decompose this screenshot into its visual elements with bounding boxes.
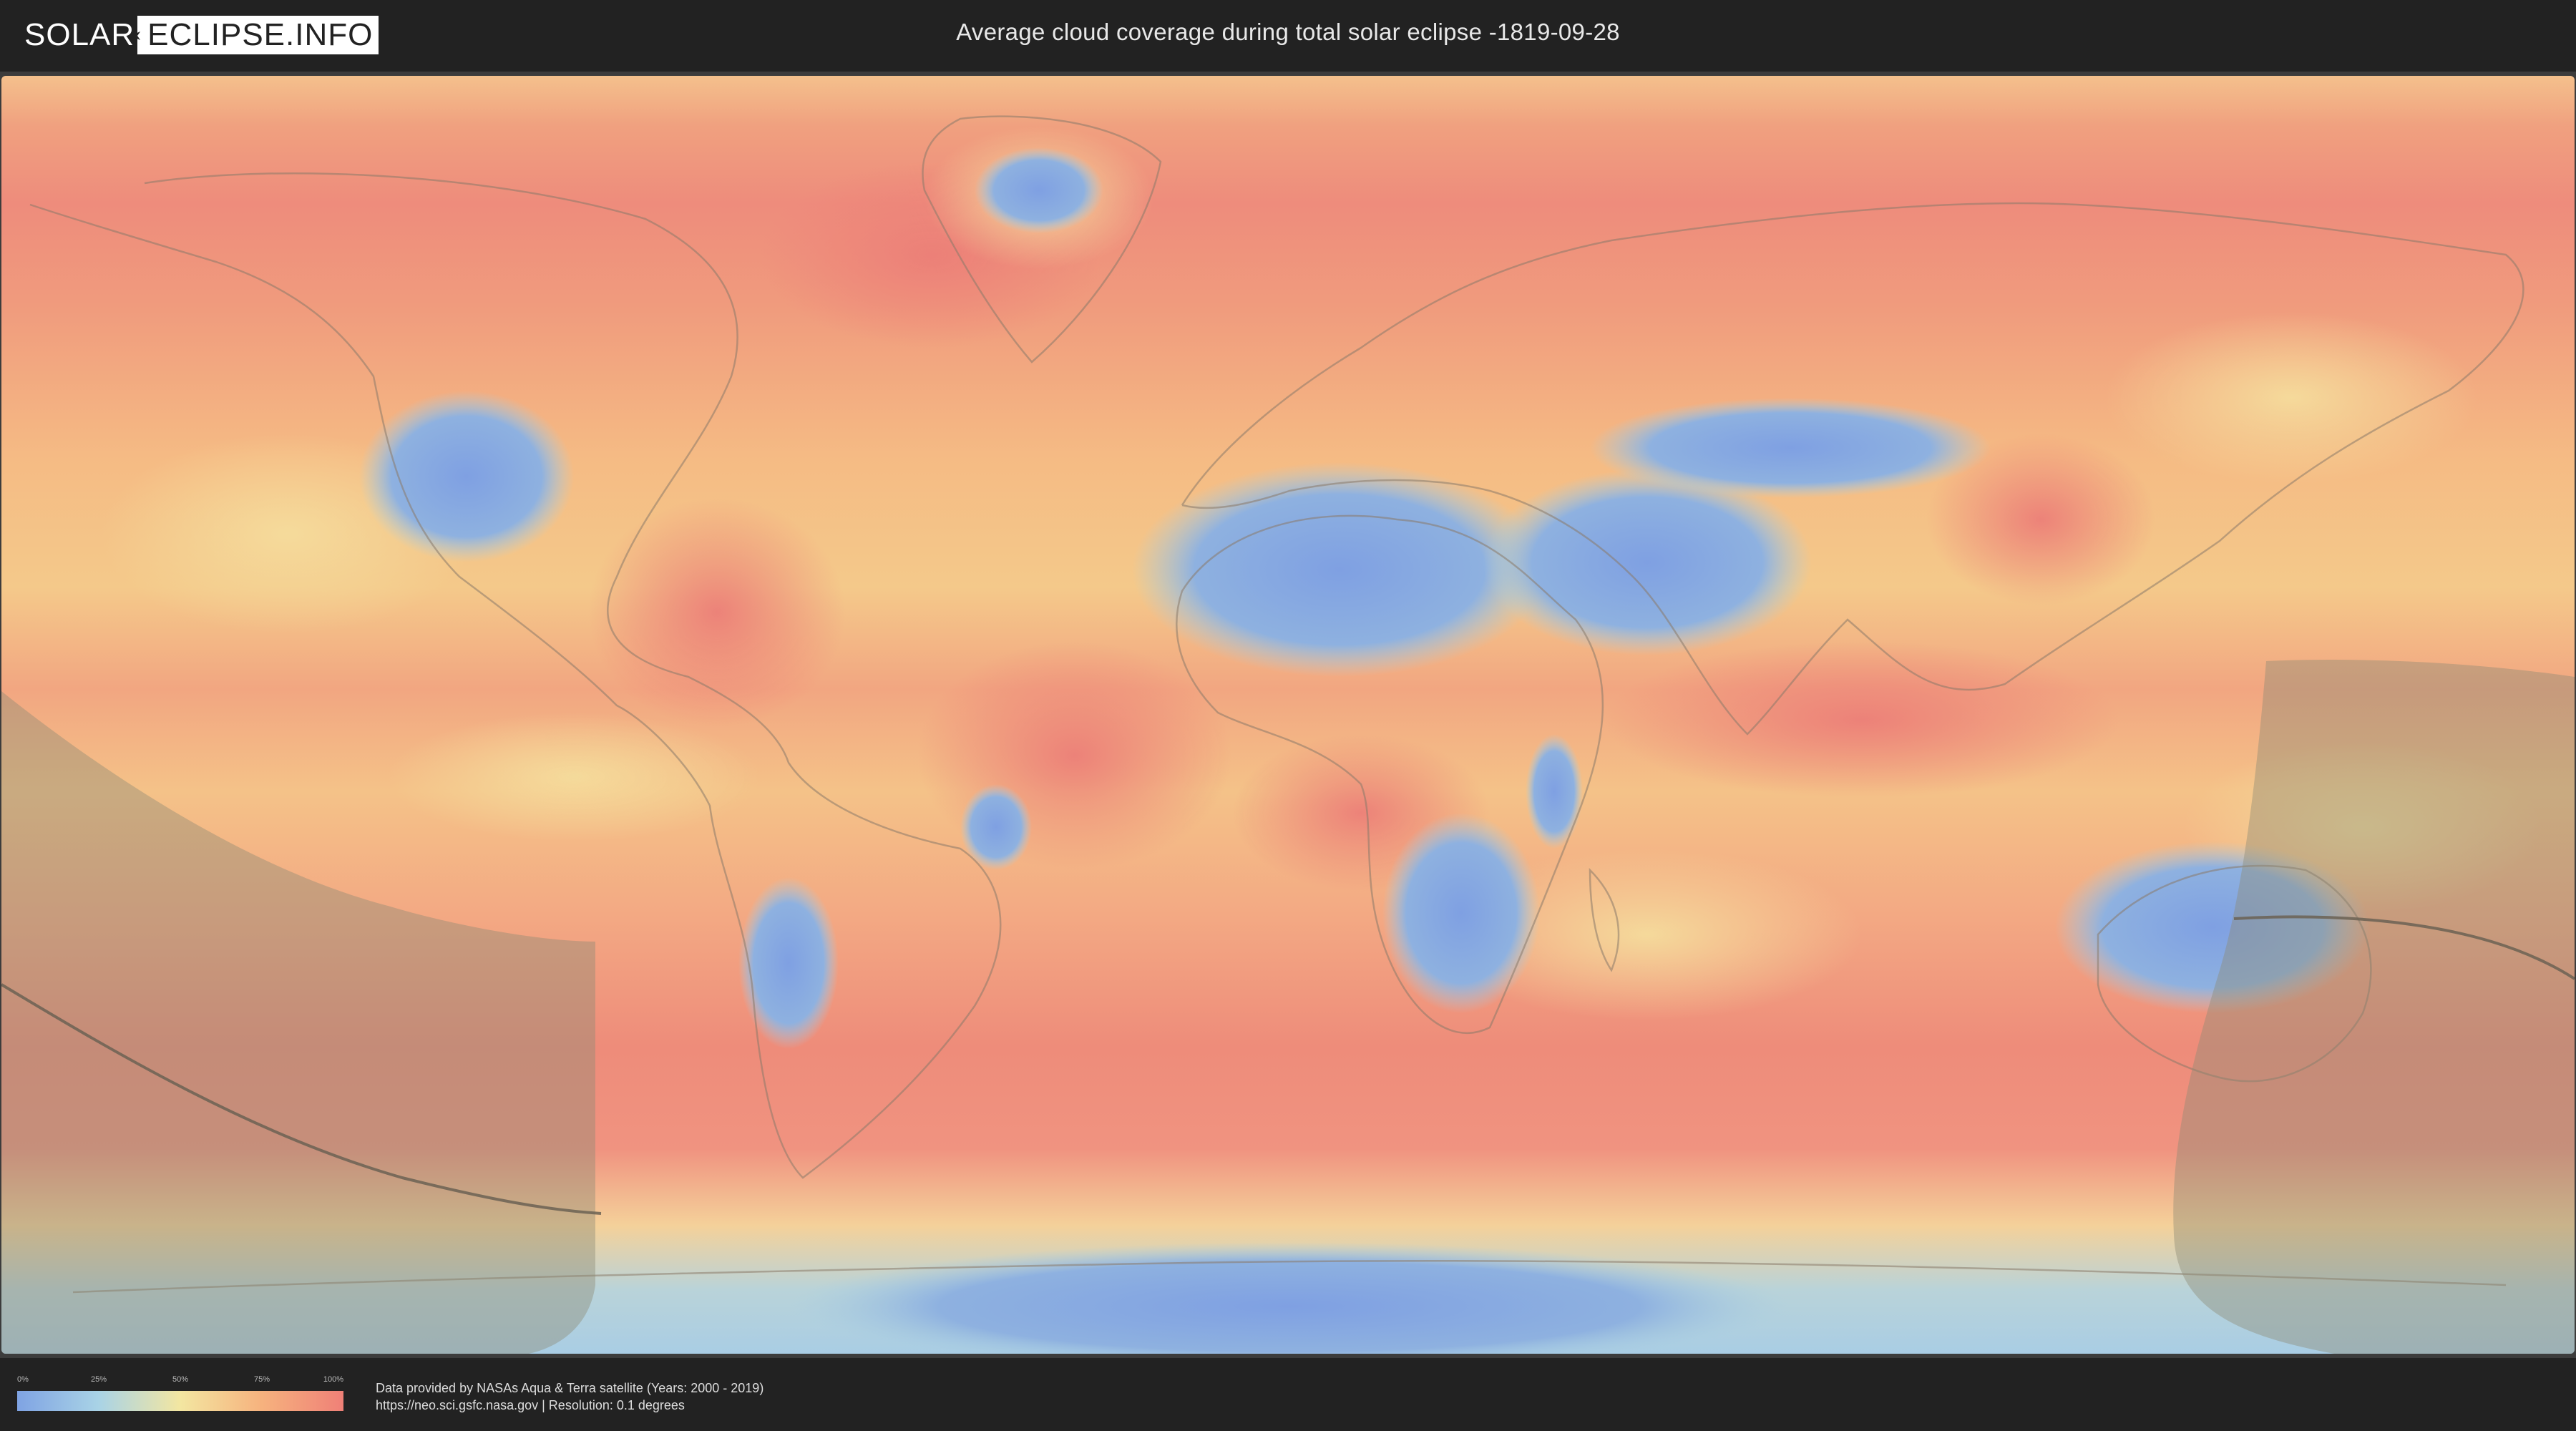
header: SOLAR ECLIPSE.INFO Average cloud coverag… <box>0 0 2576 72</box>
cloud-coverage-legend: 0% 25% 50% 75% 100% <box>17 1375 343 1411</box>
page-title: Average cloud coverage during total sola… <box>956 19 1620 45</box>
map-frame <box>0 72 2576 1358</box>
credit-line-source: Data provided by NASAs Aqua & Terra sate… <box>376 1381 764 1395</box>
footer: 0% 25% 50% 75% 100% Data provided by NAS… <box>0 1358 2576 1431</box>
cloud-coverage-map[interactable] <box>1 76 2575 1354</box>
data-credits: Data provided by NASAs Aqua & Terra sate… <box>376 1379 763 1414</box>
legend-color-bar <box>17 1391 343 1411</box>
legend-tick-100: 100% <box>323 1375 344 1384</box>
credit-line-url: https://neo.sci.gsfc.nasa.gov | Resoluti… <box>376 1398 685 1412</box>
page: SOLAR ECLIPSE.INFO Average cloud coverag… <box>0 0 2576 1431</box>
legend-tick-50: 50% <box>172 1375 189 1384</box>
legend-tick-25: 25% <box>90 1375 107 1384</box>
legend-tick-75: 75% <box>253 1375 270 1384</box>
legend-tick-0: 0% <box>17 1375 29 1384</box>
